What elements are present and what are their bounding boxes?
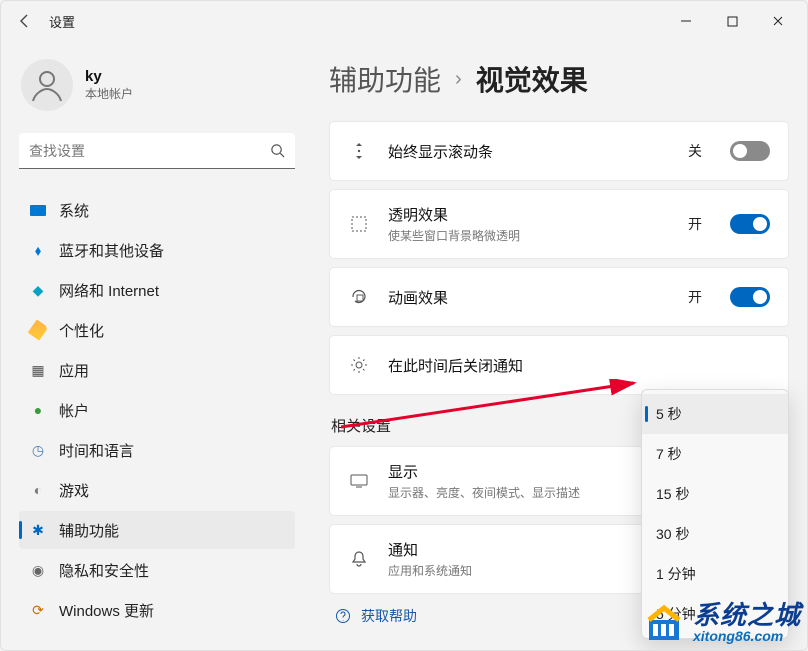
sidebar-item-label: 个性化 — [59, 320, 104, 341]
toggle-state-label: 关 — [688, 141, 702, 161]
setting-subtitle: 使某些窗口背景略微透明 — [388, 227, 670, 244]
setting-title: 动画效果 — [388, 287, 670, 308]
watermark-logo-icon — [643, 602, 685, 644]
apps-icon: ▦ — [29, 361, 47, 379]
sidebar-item-personalization[interactable]: 个性化 — [19, 311, 295, 349]
person-icon — [27, 65, 67, 105]
animation-toggle[interactable] — [730, 287, 770, 307]
watermark-url: xitong86.com — [693, 629, 801, 644]
close-icon — [772, 15, 784, 27]
breadcrumb: 辅助功能 › 视觉效果 — [329, 59, 789, 99]
minimize-icon — [680, 15, 692, 27]
dropdown-option[interactable]: 15 秒 — [642, 474, 788, 514]
close-button[interactable] — [755, 5, 801, 37]
system-icon — [29, 201, 47, 219]
watermark: 系统之城 xitong86.com — [643, 602, 801, 644]
sidebar-item-time[interactable]: ◷ 时间和语言 — [19, 431, 295, 469]
breadcrumb-parent[interactable]: 辅助功能 — [329, 59, 441, 99]
sidebar-item-update[interactable]: ⟳ Windows 更新 — [19, 591, 295, 629]
sidebar-item-accessibility[interactable]: ✱ 辅助功能 — [19, 511, 295, 549]
minimize-button[interactable] — [663, 5, 709, 37]
sidebar-item-accounts[interactable]: ● 帐户 — [19, 391, 295, 429]
sidebar-item-gaming[interactable]: ◐ 游戏 — [19, 471, 295, 509]
sidebar-item-label: 游戏 — [59, 480, 89, 501]
setting-transparency[interactable]: 透明效果 使某些窗口背景略微透明 开 — [329, 189, 789, 259]
help-icon — [335, 608, 351, 624]
arrow-left-icon — [17, 13, 33, 29]
sidebar-item-label: 应用 — [59, 360, 89, 381]
app-title: 设置 — [49, 12, 75, 31]
user-profile[interactable]: ky 本地帐户 — [21, 59, 295, 111]
animation-icon — [348, 288, 370, 306]
setting-animation[interactable]: 动画效果 开 — [329, 267, 789, 327]
accounts-icon: ● — [29, 401, 47, 419]
setting-title: 始终显示滚动条 — [388, 141, 670, 162]
sidebar-item-label: Windows 更新 — [59, 600, 154, 621]
sidebar-item-label: 网络和 Internet — [59, 280, 159, 301]
sidebar-item-label: 系统 — [59, 200, 89, 221]
brush-icon — [29, 321, 47, 339]
transparency-icon — [348, 215, 370, 233]
clock-icon: ◷ — [29, 441, 47, 459]
toggle-state-label: 开 — [688, 287, 702, 307]
brightness-icon — [348, 355, 370, 375]
search-placeholder: 查找设置 — [29, 141, 270, 161]
setting-title: 在此时间后关闭通知 — [388, 355, 770, 376]
back-button[interactable] — [7, 3, 43, 39]
user-account-type: 本地帐户 — [85, 85, 133, 102]
sidebar-item-system[interactable]: 系统 — [19, 191, 295, 229]
sidebar: ky 本地帐户 查找设置 系统 ⬧ 蓝牙和其他设备 ◆ 网络和 Internet 个… — [1, 41, 311, 650]
avatar — [21, 59, 73, 111]
dropdown-option[interactable]: 1 分钟 — [642, 554, 788, 594]
display-icon — [348, 473, 370, 489]
update-icon: ⟳ — [29, 601, 47, 619]
sidebar-item-label: 隐私和安全性 — [59, 560, 149, 581]
maximize-button[interactable] — [709, 5, 755, 37]
user-name: ky — [85, 68, 133, 85]
sidebar-item-label: 时间和语言 — [59, 440, 134, 461]
scrollbars-toggle[interactable] — [730, 141, 770, 161]
dropdown-option[interactable]: 5 秒 — [642, 394, 788, 434]
wifi-icon: ◆ — [29, 281, 47, 299]
shield-icon: ◉ — [29, 561, 47, 579]
search-input[interactable]: 查找设置 — [19, 133, 295, 169]
sidebar-item-bluetooth[interactable]: ⬧ 蓝牙和其他设备 — [19, 231, 295, 269]
settings-window: 设置 ky 本地帐户 查找设置 系统 ⬧ — [0, 0, 808, 651]
sidebar-item-label: 辅助功能 — [59, 520, 119, 541]
sidebar-item-label: 帐户 — [59, 400, 89, 421]
toggle-state-label: 开 — [688, 214, 702, 234]
sidebar-item-apps[interactable]: ▦ 应用 — [19, 351, 295, 389]
setting-notify-timeout[interactable]: 在此时间后关闭通知 — [329, 335, 789, 395]
sidebar-item-network[interactable]: ◆ 网络和 Internet — [19, 271, 295, 309]
nav-list: 系统 ⬧ 蓝牙和其他设备 ◆ 网络和 Internet 个性化 ▦ 应用 ● 帐户 ◷ 时… — [19, 191, 295, 629]
titlebar: 设置 — [1, 1, 807, 41]
chevron-right-icon: › — [455, 68, 462, 91]
main-content: 辅助功能 › 视觉效果 始终显示滚动条 关 透明效果 使某些窗口背景略微透明 开 — [311, 41, 807, 650]
sidebar-item-label: 蓝牙和其他设备 — [59, 240, 164, 261]
transparency-toggle[interactable] — [730, 214, 770, 234]
dropdown-option[interactable]: 7 秒 — [642, 434, 788, 474]
bluetooth-icon: ⬧ — [29, 241, 47, 259]
watermark-name: 系统之城 — [693, 602, 801, 629]
setting-scrollbars[interactable]: 始终显示滚动条 关 — [329, 121, 789, 181]
bell-icon — [348, 550, 370, 568]
accessibility-icon: ✱ — [29, 521, 47, 539]
maximize-icon — [727, 16, 738, 27]
setting-title: 透明效果 — [388, 204, 670, 225]
gaming-icon: ◐ — [29, 481, 47, 499]
help-link-label: 获取帮助 — [361, 606, 417, 626]
sidebar-item-privacy[interactable]: ◉ 隐私和安全性 — [19, 551, 295, 589]
search-icon — [270, 143, 285, 158]
scrollbar-icon — [348, 141, 370, 161]
breadcrumb-current: 视觉效果 — [476, 59, 588, 99]
dropdown-option[interactable]: 30 秒 — [642, 514, 788, 554]
